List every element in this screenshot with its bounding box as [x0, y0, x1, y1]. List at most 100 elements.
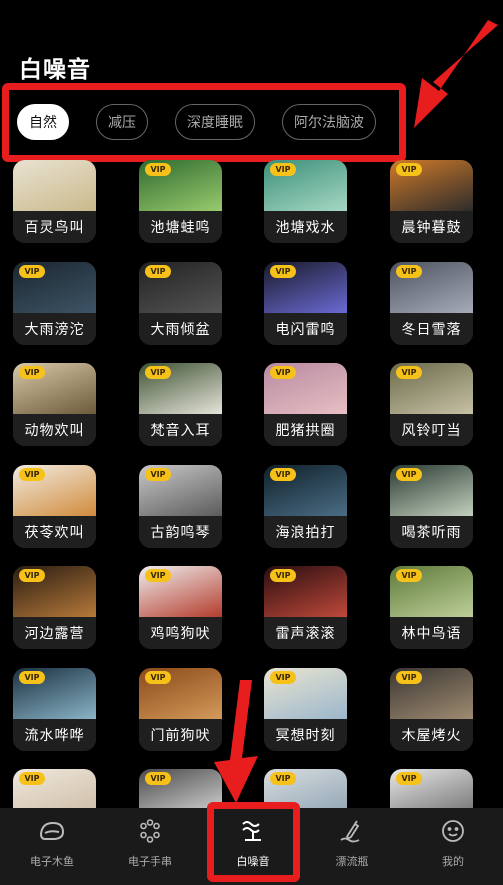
vip-badge: VIP: [270, 772, 296, 785]
vip-badge: VIP: [145, 569, 171, 582]
sound-card[interactable]: VIP 海浪拍打: [264, 464, 347, 548]
sound-card-label: 喝茶听雨: [390, 515, 473, 548]
wooden-fish-icon: [39, 818, 65, 844]
vip-badge: VIP: [396, 467, 422, 481]
sound-card-label: 动物欢叫: [13, 414, 96, 446]
tab-nature[interactable]: 自然: [17, 104, 69, 140]
category-tabs: 自然 减压 深度睡眠 阿尔法脑波: [0, 100, 400, 146]
vip-badge: VIP: [396, 264, 422, 278]
vip-badge: VIP: [270, 569, 296, 582]
tab-alpha-waves[interactable]: 阿尔法脑波: [282, 104, 376, 140]
sound-card[interactable]: VIP 喝茶听雨: [390, 464, 473, 548]
vip-badge: VIP: [396, 163, 422, 176]
sound-card[interactable]: VIP 晨钟暮鼓: [390, 160, 473, 243]
sound-card-label: 百灵鸟叫: [13, 211, 96, 243]
nav-label: 白噪音: [236, 855, 270, 868]
vip-badge: VIP: [19, 569, 45, 582]
vip-badge: VIP: [270, 366, 296, 379]
vip-badge: VIP: [270, 163, 296, 176]
sound-card-label: 河边露营: [13, 617, 96, 649]
sound-card[interactable]: VIP 大雨滂沱: [13, 261, 96, 345]
vip-badge: VIP: [396, 670, 422, 684]
page-title: 白噪音: [19, 57, 91, 83]
bead-bracelet-icon: [137, 818, 163, 844]
nav-item-wooden-fish[interactable]: 电子木鱼: [2, 808, 102, 885]
nav-label: 我的: [442, 855, 464, 868]
sound-card[interactable]: VIP 门前狗吠: [139, 667, 222, 751]
sound-card-label: 海浪拍打: [264, 515, 347, 548]
annotation-arrow-tabs: [414, 20, 498, 128]
sound-card[interactable]: VIP 木屋烤火: [390, 667, 473, 751]
sound-grid: 百灵鸟叫 VIP 池塘蛙鸣 VIP 池塘戏水 VIP 晨钟暮鼓 VIP 大雨滂沱 VIP 大雨倾盆 V…: [0, 160, 503, 808]
vip-badge: VIP: [396, 366, 422, 379]
vip-badge: VIP: [270, 467, 296, 481]
sound-card[interactable]: VIP 鸡鸣狗吠: [139, 566, 222, 649]
vip-badge: VIP: [145, 366, 171, 379]
sound-card-label: 木屋烤火: [390, 718, 473, 751]
sound-card[interactable]: VIP 古韵鸣琴: [139, 464, 222, 548]
sound-card-label: 流水哗哗: [13, 718, 96, 751]
sound-card[interactable]: VIP 林中鸟语: [390, 566, 473, 649]
sound-card-label: 池塘戏水: [264, 211, 347, 243]
sound-card[interactable]: VIP: [139, 769, 222, 808]
sound-card[interactable]: VIP 池塘戏水: [264, 160, 347, 243]
white-noise-icon: [240, 818, 266, 844]
sound-card[interactable]: VIP 河边露营: [13, 566, 96, 649]
sound-card[interactable]: VIP 动物欢叫: [13, 363, 96, 446]
vip-badge: VIP: [19, 366, 45, 379]
sound-thumbnail: [13, 160, 96, 212]
nav-item-profile[interactable]: 我的: [403, 808, 503, 885]
sound-card-label: 冥想时刻: [264, 718, 347, 751]
bottom-navigation: 电子木鱼 电子手串 白噪音 漂流瓶 我的: [0, 808, 503, 885]
nav-item-white-noise[interactable]: 白噪音: [203, 808, 303, 885]
sound-card[interactable]: VIP: [264, 769, 347, 808]
vip-badge: VIP: [145, 163, 171, 176]
sound-card-label: 肥猪拱圈: [264, 414, 347, 446]
sound-card-label: 风铃叮当: [390, 414, 473, 446]
vip-badge: VIP: [145, 670, 171, 684]
tab-deep-sleep[interactable]: 深度睡眠: [175, 104, 255, 140]
vip-badge: VIP: [396, 569, 422, 582]
nav-item-bead-bracelet[interactable]: 电子手串: [100, 808, 200, 885]
vip-badge: VIP: [19, 264, 45, 278]
drift-bottle-icon: [339, 818, 365, 844]
sound-card-label: 大雨滂沱: [13, 312, 96, 345]
sound-card[interactable]: VIP 梵音入耳: [139, 363, 222, 446]
sound-card[interactable]: VIP 冬日雪落: [390, 261, 473, 345]
vip-badge: VIP: [270, 264, 296, 278]
sound-card-label: 电闪雷鸣: [264, 312, 347, 345]
tab-stress-relief[interactable]: 减压: [96, 104, 148, 140]
vip-badge: VIP: [396, 772, 422, 785]
sound-card[interactable]: VIP 流水哗哗: [13, 667, 96, 751]
sound-card[interactable]: VIP 电闪雷鸣: [264, 261, 347, 345]
vip-badge: VIP: [270, 670, 296, 684]
sound-card-label: 林中鸟语: [390, 617, 473, 649]
sound-card-label: 门前狗吠: [139, 718, 222, 751]
sound-card[interactable]: VIP 大雨倾盆: [139, 261, 222, 345]
sound-card[interactable]: VIP 肥猪拱圈: [264, 363, 347, 446]
vip-badge: VIP: [19, 670, 45, 684]
vip-badge: VIP: [145, 264, 171, 278]
sound-card[interactable]: VIP 茯苓欢叫: [13, 464, 96, 548]
vip-badge: VIP: [19, 467, 45, 481]
sound-card[interactable]: VIP 风铃叮当: [390, 363, 473, 446]
nav-label: 电子手串: [128, 855, 172, 868]
vip-badge: VIP: [145, 467, 171, 481]
sound-card-label: 鸡鸣狗吠: [139, 617, 222, 649]
nav-item-drift-bottle[interactable]: 漂流瓶: [302, 808, 402, 885]
sound-card[interactable]: VIP 雷声滚滚: [264, 566, 347, 649]
sound-card[interactable]: VIP 冥想时刻: [264, 667, 347, 751]
sound-card[interactable]: VIP: [13, 769, 96, 808]
sound-card[interactable]: VIP 池塘蛙鸣: [139, 160, 222, 243]
vip-badge: VIP: [145, 772, 171, 785]
sound-card-label: 梵音入耳: [139, 414, 222, 446]
sound-card[interactable]: 百灵鸟叫: [13, 160, 96, 243]
profile-icon: [440, 818, 466, 844]
nav-label: 漂流瓶: [335, 855, 369, 868]
sound-card-label: 茯苓欢叫: [13, 515, 96, 548]
sound-card-label: 大雨倾盆: [139, 312, 222, 345]
sound-card-label: 池塘蛙鸣: [139, 211, 222, 243]
sound-card-label: 晨钟暮鼓: [390, 211, 473, 243]
sound-card[interactable]: VIP: [390, 769, 473, 808]
sound-card-label: 古韵鸣琴: [139, 515, 222, 548]
